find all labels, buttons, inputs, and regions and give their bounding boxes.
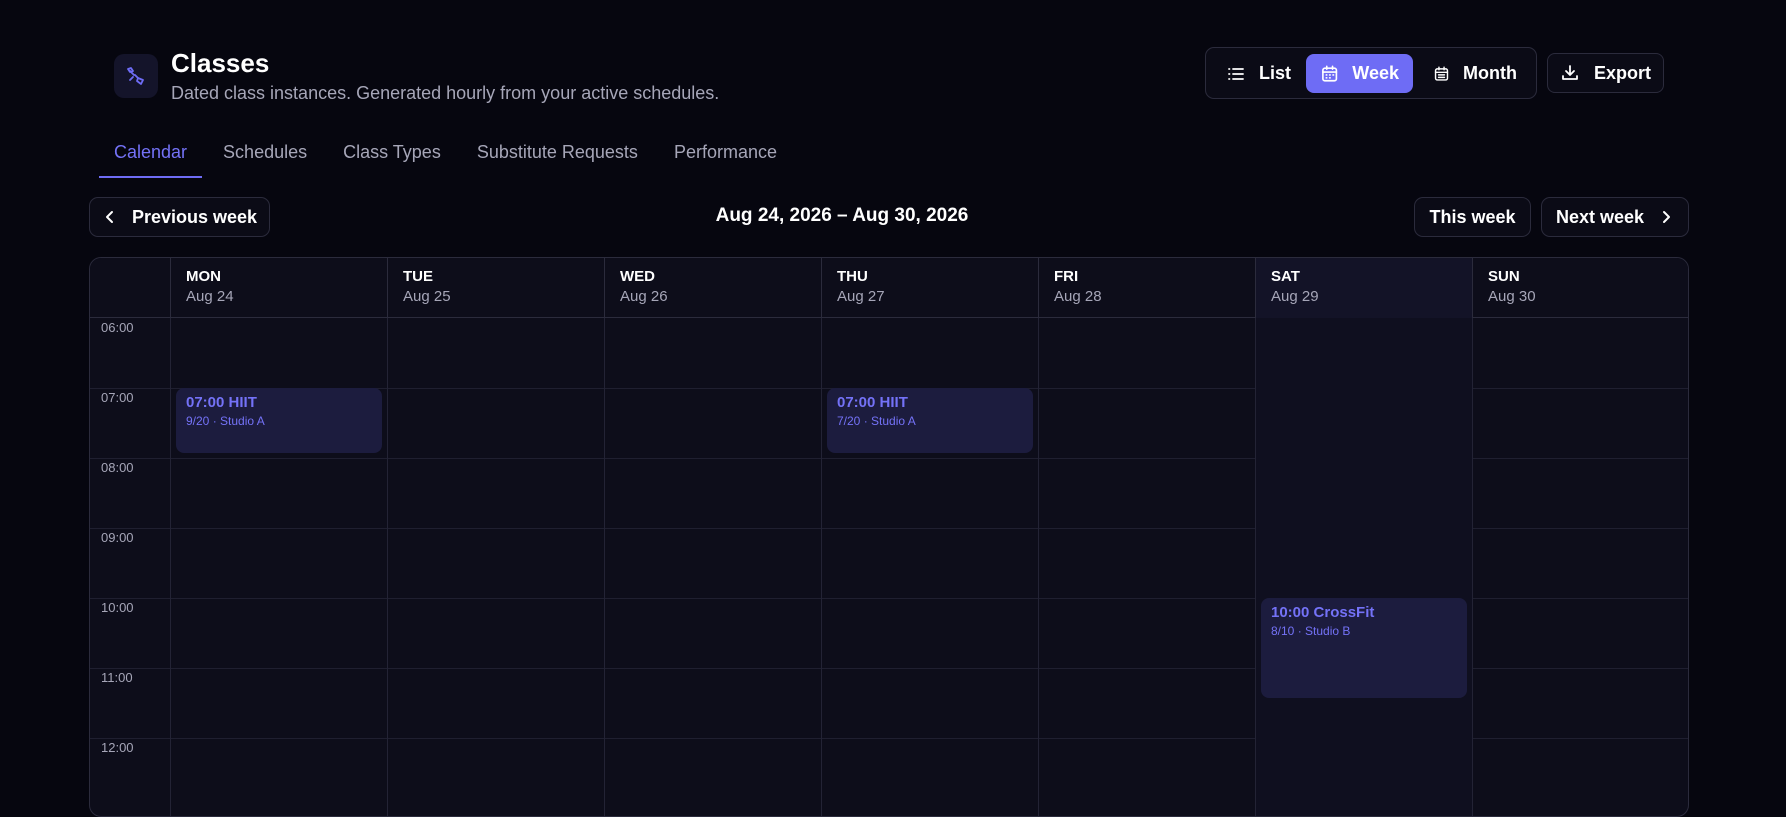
chevron-left-icon	[105, 211, 113, 223]
event-title: 07:00 HIIT	[837, 394, 908, 411]
column-line	[604, 318, 605, 816]
this-week-label: This week	[1429, 206, 1516, 227]
saturday-column	[1255, 318, 1472, 816]
classes-logo-icon	[114, 54, 158, 98]
column-line	[170, 318, 171, 816]
event-title: 10:00 CrossFit	[1271, 604, 1375, 621]
day-name: FRI	[1054, 268, 1079, 285]
day-name: SAT	[1271, 268, 1300, 285]
tab-performance[interactable]: Performance	[659, 132, 792, 178]
view-list-label: List	[1259, 63, 1292, 83]
section-tabs: Calendar Schedules Class Types Substitut…	[99, 132, 798, 178]
week-range: Aug 24, 2026 – Aug 30, 2026	[715, 205, 969, 226]
next-week-button[interactable]: Next week	[1541, 197, 1689, 237]
time-label: 09:00	[101, 530, 134, 545]
view-week-label: Week	[1352, 63, 1399, 83]
view-week-button[interactable]: Week	[1306, 54, 1413, 93]
calendar-header: MON Aug 24 TUE Aug 25 WED Aug 26 THU Aug…	[90, 258, 1688, 318]
day-date: Aug 28	[1054, 288, 1102, 305]
calendar-month-icon	[1434, 65, 1449, 81]
time-label: 11:00	[101, 670, 133, 685]
column-line	[387, 318, 388, 816]
list-icon	[1228, 67, 1244, 80]
day-date: Aug 24	[186, 288, 234, 305]
tab-substitute-requests[interactable]: Substitute Requests	[462, 132, 653, 178]
day-header-tue[interactable]: TUE Aug 25	[387, 258, 604, 318]
page-title: Classes	[171, 48, 270, 78]
tab-calendar[interactable]: Calendar	[99, 132, 203, 178]
day-name: TUE	[403, 268, 433, 285]
event-detail: 9/20 · Studio A	[186, 414, 265, 428]
day-header-sun[interactable]: SUN Aug 30	[1472, 258, 1688, 318]
day-header-thu[interactable]: THU Aug 27	[821, 258, 1038, 318]
day-date: Aug 27	[837, 288, 885, 305]
day-name: WED	[620, 268, 655, 285]
day-header-mon[interactable]: MON Aug 24	[170, 258, 387, 318]
event-title: 07:00 HIIT	[186, 394, 257, 411]
previous-week-button[interactable]: Previous week	[89, 197, 270, 237]
day-header-wed[interactable]: WED Aug 26	[604, 258, 821, 318]
day-name: THU	[837, 268, 868, 285]
column-line	[1255, 318, 1256, 816]
chevron-right-icon	[1663, 211, 1671, 223]
time-label: 06:00	[101, 320, 134, 335]
column-line	[1472, 318, 1473, 816]
day-header-sat[interactable]: SAT Aug 29	[1255, 258, 1472, 318]
previous-week-label: Previous week	[131, 206, 258, 227]
page-subtitle: Dated class instances. Generated hourly …	[171, 83, 720, 103]
calendar-icon	[1322, 64, 1338, 82]
day-date: Aug 30	[1488, 288, 1536, 305]
column-line	[821, 318, 822, 816]
day-name: SUN	[1488, 268, 1520, 285]
day-date: Aug 26	[620, 288, 668, 305]
week-calendar: MON Aug 24 TUE Aug 25 WED Aug 26 THU Aug…	[89, 257, 1689, 817]
download-icon	[1562, 65, 1578, 80]
view-month-button[interactable]: Month	[1419, 54, 1531, 93]
day-date: Aug 25	[403, 288, 451, 305]
view-list-button[interactable]: List	[1212, 54, 1316, 93]
tab-schedules[interactable]: Schedules	[208, 132, 322, 178]
day-date: Aug 29	[1271, 288, 1319, 305]
next-week-label: Next week	[1555, 206, 1645, 227]
this-week-button[interactable]: This week	[1414, 197, 1531, 237]
tab-class-types[interactable]: Class Types	[328, 132, 456, 178]
export-label: Export	[1593, 62, 1651, 83]
day-header-fri[interactable]: FRI Aug 28	[1038, 258, 1255, 318]
time-label: 10:00	[101, 600, 134, 615]
class-event[interactable]: 07:00 HIIT 9/20 · Studio A	[176, 388, 382, 453]
class-event[interactable]: 10:00 CrossFit 8/10 · Studio B	[1261, 598, 1467, 698]
export-button[interactable]: Export	[1547, 53, 1664, 93]
time-label: 08:00	[101, 460, 134, 475]
time-label: 12:00	[101, 740, 134, 755]
event-detail: 8/10 · Studio B	[1271, 624, 1351, 638]
view-month-label: Month	[1463, 63, 1517, 83]
time-label: 07:00	[101, 390, 134, 405]
day-name: MON	[186, 268, 221, 285]
class-event[interactable]: 07:00 HIIT 7/20 · Studio A	[827, 388, 1033, 453]
event-detail: 7/20 · Studio A	[837, 414, 916, 428]
view-toggle: List Week Month	[1205, 47, 1537, 99]
column-line	[1038, 318, 1039, 816]
